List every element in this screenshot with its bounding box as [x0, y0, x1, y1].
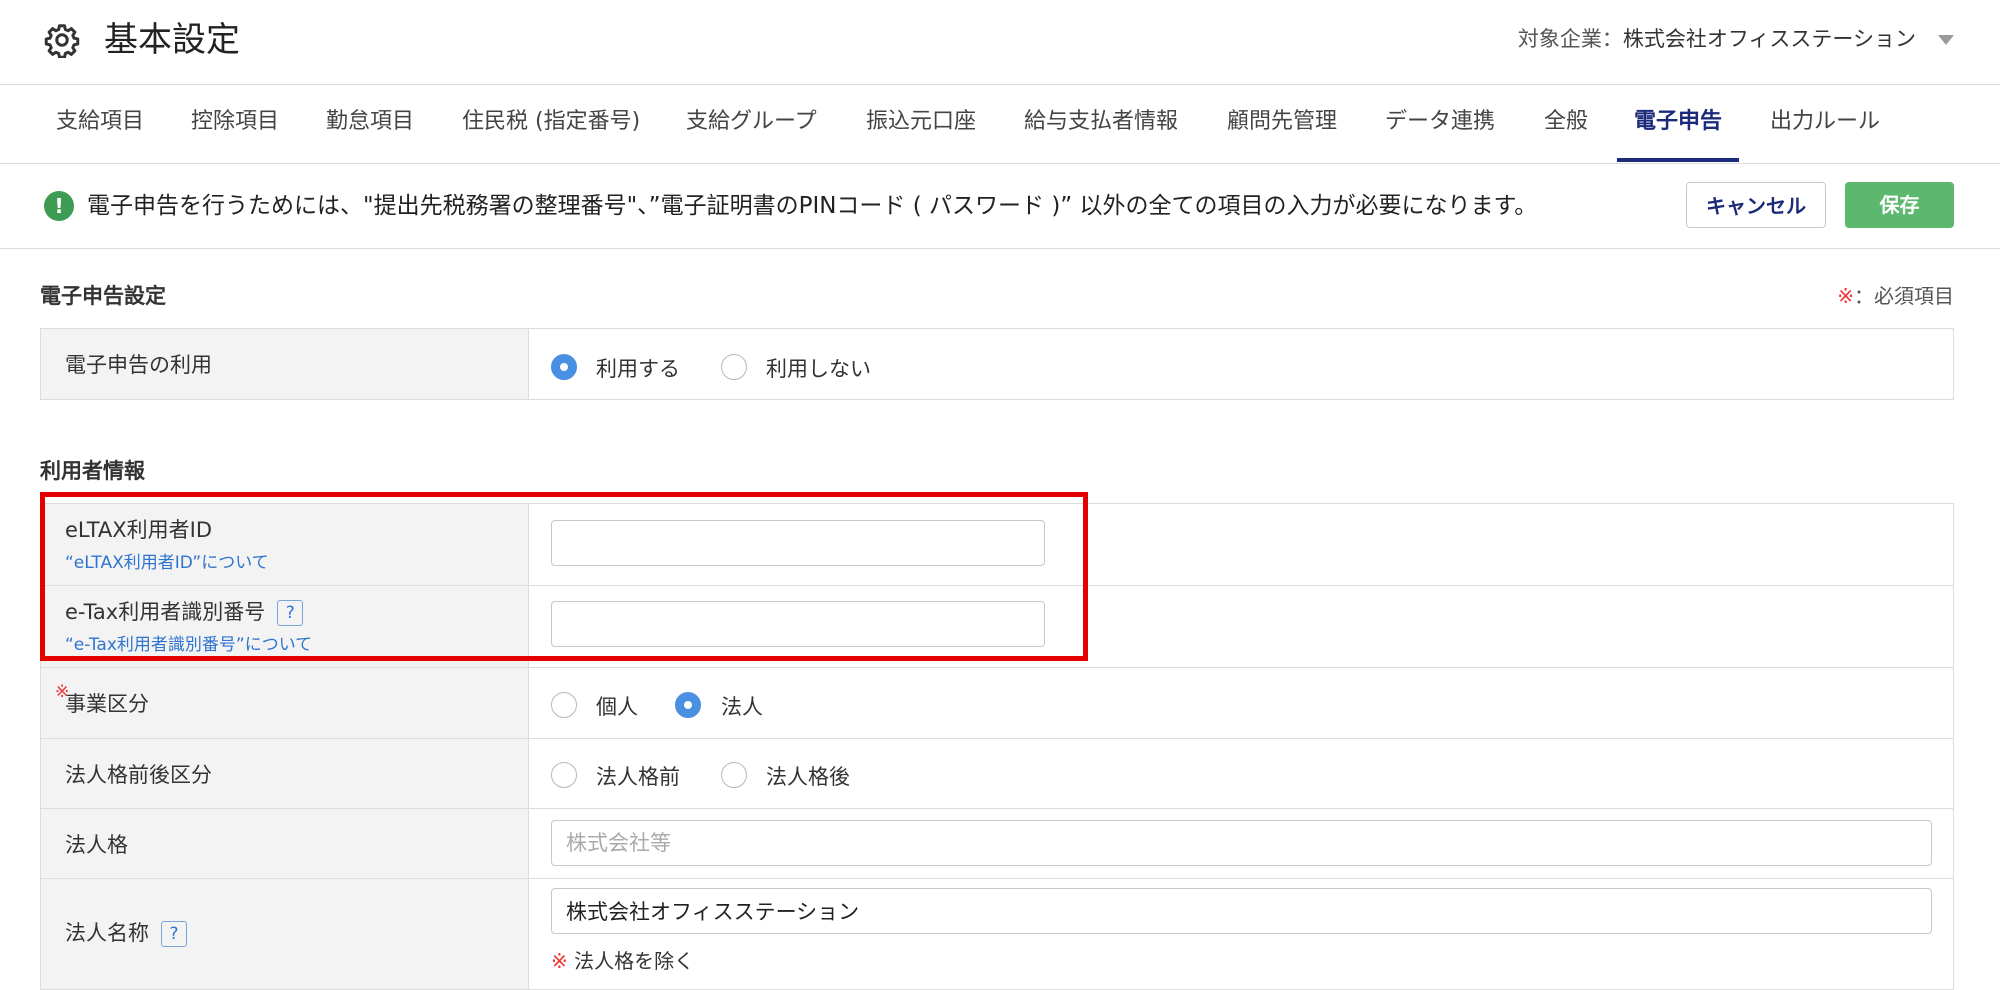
- top-bar: 基本設定 対象企業：株式会社オフィスステーション: [0, 0, 2000, 85]
- radio-corp-type-after[interactable]: [721, 762, 747, 788]
- row-corp-type: 法人格: [41, 809, 1953, 879]
- etax-number-help-link[interactable]: “e-Tax利用者識別番号”について: [65, 630, 312, 655]
- row-label-cell: e-Tax利用者識別番号? “e-Tax利用者識別番号”について: [41, 586, 529, 667]
- etax-number-label: e-Tax利用者識別番号: [65, 600, 266, 624]
- tab-output-rules[interactable]: 出力ルール: [1770, 85, 1880, 163]
- active-tab-indicator: [1617, 158, 1739, 162]
- corp-type-label: 法人格: [65, 833, 128, 857]
- radio-individual-label[interactable]: 個人: [596, 691, 638, 721]
- chevron-down-icon[interactable]: [1938, 35, 1954, 45]
- row-label-cell: eLTAX利用者ID “eLTAX利用者ID”について: [41, 504, 529, 585]
- eltax-id-help-link[interactable]: “eLTAX利用者ID”について: [65, 548, 269, 573]
- row-business-category: ※ 事業区分 個人 法人: [41, 668, 1953, 739]
- user-info-table: eLTAX利用者ID “eLTAX利用者ID”について e-Tax利用者識別番号…: [40, 503, 1954, 990]
- row-label-cell: 法人格前後区分: [41, 739, 529, 808]
- required-text: ：必須項目: [1854, 284, 1954, 308]
- tab-payer-info[interactable]: 給与支払者情報: [1024, 85, 1178, 163]
- section-title-user-info: 利用者情報: [40, 459, 145, 483]
- e-filing-use-label: 電子申告の利用: [65, 353, 212, 377]
- company-name: 株式会社オフィスステーション: [1622, 27, 1916, 51]
- radio-use-label[interactable]: 利用する: [596, 353, 680, 383]
- tab-transfer-account[interactable]: 振込元口座: [866, 85, 976, 163]
- radio-individual[interactable]: [551, 692, 577, 718]
- corp-type-position-label: 法人格前後区分: [65, 763, 212, 787]
- radio-corp-type-before[interactable]: [551, 762, 577, 788]
- settings-tabs: 支給項目 控除項目 勤怠項目 住民税 (指定番号) 支給グループ 振込元口座 給…: [0, 85, 2000, 164]
- page-title: 基本設定: [104, 20, 240, 60]
- corp-type-input[interactable]: [551, 820, 1932, 866]
- corp-name-input[interactable]: [551, 888, 1932, 934]
- company-label: 対象企業：: [1517, 27, 1623, 51]
- row-etax-number: e-Tax利用者識別番号? “e-Tax利用者識別番号”について: [41, 586, 1953, 668]
- radio-corp-type-before-label[interactable]: 法人格前: [596, 761, 680, 791]
- required-mark: ※: [1837, 284, 1854, 308]
- exclamation-icon: !: [44, 191, 74, 221]
- gear-icon: [44, 24, 80, 58]
- corp-name-note-text: 法人格を除く: [574, 949, 695, 973]
- row-corp-type-position: 法人格前後区分 法人格前 法人格後: [41, 739, 1953, 809]
- tab-e-filing[interactable]: 電子申告: [1634, 85, 1722, 163]
- tab-payment-group[interactable]: 支給グループ: [686, 85, 817, 163]
- e-filing-settings-table: 電子申告の利用 利用する 利用しない: [40, 328, 1954, 400]
- row-label-cell: ※ 事業区分: [41, 668, 529, 738]
- notice-message: 電子申告を行うためには、"提出先税務署の整理番号"、”電子証明書のPINコード …: [87, 193, 1538, 219]
- row-corp-name: 法人名称? ※ 法人格を除く: [41, 879, 1953, 989]
- help-question-icon[interactable]: ?: [277, 600, 304, 626]
- eltax-id-input[interactable]: [551, 520, 1045, 566]
- row-eltax-id: eLTAX利用者ID “eLTAX利用者ID”について: [41, 504, 1953, 586]
- radio-not-use-label[interactable]: 利用しない: [766, 353, 871, 383]
- required-note: ※：必須項目: [1837, 280, 1954, 309]
- row-label-cell: 法人名称?: [41, 879, 529, 989]
- row-label-cell: 法人格: [41, 809, 529, 878]
- etax-number-label-wrap: e-Tax利用者識別番号?: [65, 596, 304, 626]
- save-button[interactable]: 保存: [1845, 182, 1954, 228]
- row-label-cell: 電子申告の利用: [41, 329, 529, 399]
- corp-name-label: 法人名称: [65, 921, 149, 945]
- notice-bar: ! 電子申告を行うためには、"提出先税務署の整理番号"、”電子証明書のPINコー…: [0, 164, 2000, 249]
- etax-number-input[interactable]: [551, 601, 1045, 647]
- tab-client-management[interactable]: 顧問先管理: [1227, 85, 1337, 163]
- note-mark: ※: [551, 949, 568, 973]
- radio-corporation[interactable]: [675, 692, 701, 718]
- row-e-filing-use: 電子申告の利用 利用する 利用しない: [41, 329, 1953, 399]
- company-selector[interactable]: 対象企業：株式会社オフィスステーション: [1518, 24, 1954, 54]
- tab-general[interactable]: 全般: [1544, 85, 1588, 163]
- eltax-id-label: eLTAX利用者ID: [65, 518, 213, 542]
- tab-attendance-items[interactable]: 勤怠項目: [326, 85, 414, 163]
- tab-resident-tax[interactable]: 住民税 (指定番号): [462, 85, 640, 163]
- corp-name-note: ※ 法人格を除く: [551, 945, 694, 974]
- tab-deduction-items[interactable]: 控除項目: [191, 85, 279, 163]
- section-title-e-filing-settings: 電子申告設定: [40, 284, 166, 308]
- radio-not-use[interactable]: [721, 354, 747, 380]
- radio-corp-type-after-label[interactable]: 法人格後: [766, 761, 850, 791]
- tab-data-integration[interactable]: データ連携: [1385, 85, 1495, 163]
- business-category-label: 事業区分: [65, 692, 149, 716]
- corp-name-label-wrap: 法人名称?: [65, 917, 187, 947]
- cancel-button[interactable]: キャンセル: [1686, 182, 1826, 228]
- tab-payment-items[interactable]: 支給項目: [56, 85, 144, 163]
- radio-use[interactable]: [551, 354, 577, 380]
- help-question-icon[interactable]: ?: [161, 921, 187, 947]
- radio-corporation-label[interactable]: 法人: [721, 691, 763, 721]
